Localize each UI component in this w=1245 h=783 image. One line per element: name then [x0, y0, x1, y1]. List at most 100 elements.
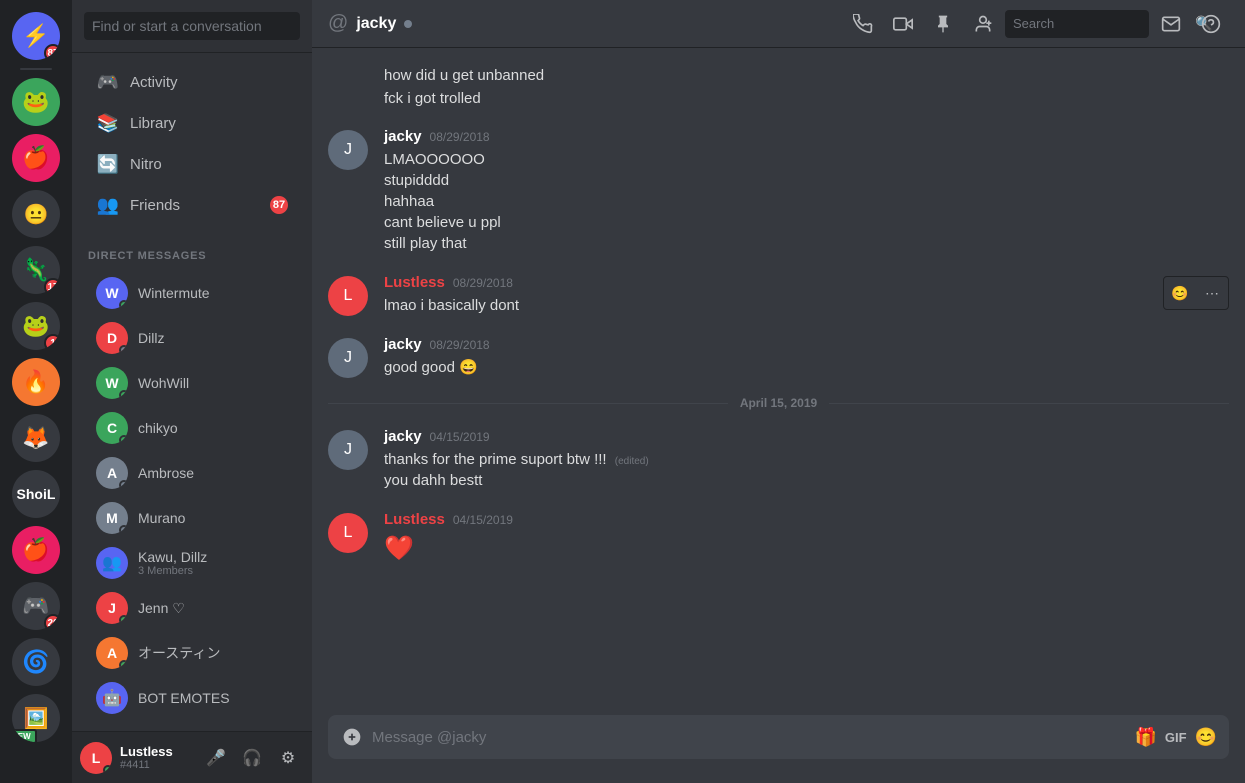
server-icon-5[interactable]: 🐸 1 — [12, 302, 60, 350]
server4-badge: 17 — [44, 278, 60, 294]
friends-icon: 👥 — [96, 193, 120, 217]
message-actions: 😊 ⋯ — [1163, 276, 1229, 310]
mention-button[interactable] — [1153, 6, 1189, 42]
chat-header-username: jacky — [356, 15, 396, 33]
message-timestamp: 08/29/2018 — [430, 130, 490, 144]
message-header: Lustless 08/29/2018 — [384, 274, 1229, 291]
message-text: fck i got trolled — [384, 88, 1229, 109]
user-panel-info: Lustless #4411 — [120, 744, 192, 771]
status-austin — [119, 660, 128, 669]
message-content-lustless-1: Lustless 08/29/2018 lmao i basically don… — [384, 274, 1229, 316]
dm-item-wohwill[interactable]: W WohWill — [80, 361, 304, 405]
server-icon-9[interactable]: 🍎 — [12, 526, 60, 574]
dm-name-wintermute: Wintermute — [138, 285, 210, 301]
call-button[interactable] — [845, 6, 881, 42]
server-icon-home[interactable]: ⚡ 87 — [12, 12, 60, 60]
message-timestamp: 04/15/2019 — [430, 430, 490, 444]
status-murano — [119, 525, 128, 534]
help-button[interactable] — [1193, 6, 1229, 42]
server-icon-10[interactable]: 🎮 26 — [12, 582, 60, 630]
react-button[interactable]: 😊 — [1166, 279, 1194, 307]
message-content-lustless-2: Lustless 04/15/2019 ❤️ — [384, 511, 1229, 566]
dm-item-austin[interactable]: A オースティン — [80, 631, 304, 675]
dm-item-bot-emotes[interactable]: 🤖 BOT EMOTES — [80, 676, 304, 720]
dm-sidebar: 🎮 Activity 📚 Library 🔄 Nitro 👥 Friends 8… — [72, 0, 312, 783]
message-avatar-jacky-3: J — [328, 430, 368, 470]
message-text: hahhaa — [384, 191, 1229, 212]
dm-item-murano[interactable]: M Murano — [80, 496, 304, 540]
message-text: LMAOOOOOO — [384, 149, 1229, 170]
message-content-jacky-2: jacky 08/29/2018 good good 😄 — [384, 336, 1229, 378]
server-icon-4[interactable]: 🦎 17 — [12, 246, 60, 294]
message-group-jacky-3: J jacky 04/15/2019 thanks for the prime … — [312, 426, 1245, 493]
server-icon-7[interactable]: 🦊 — [12, 414, 60, 462]
message-header: jacky 08/29/2018 — [384, 336, 1229, 353]
server-icon-11[interactable]: 🌀 — [12, 638, 60, 686]
message-text: you dahh bestt — [384, 470, 1229, 491]
home-badge: 87 — [44, 44, 60, 60]
message-group-jacky-1: J jacky 08/29/2018 LMAOOOOOO stupidddd h… — [312, 126, 1245, 256]
server-icon-8[interactable]: ShoiL — [12, 470, 60, 518]
nav-item-library[interactable]: 📚 Library — [80, 103, 304, 143]
nav-item-activity[interactable]: 🎮 Activity — [80, 62, 304, 102]
heart-message: ❤️ — [384, 532, 1229, 566]
headphone-button[interactable]: 🎧 — [236, 742, 268, 774]
dm-item-kawu-dillz[interactable]: 👥 Kawu, Dillz 3 Members — [80, 541, 304, 585]
pin-button[interactable] — [925, 6, 961, 42]
user-panel-tag: #4411 — [120, 759, 192, 771]
add-friend-button[interactable] — [965, 6, 1001, 42]
message-header: Lustless 04/15/2019 — [384, 511, 1229, 528]
nav-item-friends[interactable]: 👥 Friends 87 — [80, 185, 304, 225]
nitro-icon: 🔄 — [96, 152, 120, 176]
message-timestamp: 04/15/2019 — [453, 513, 513, 527]
dm-avatar-murano: M — [96, 502, 128, 534]
user-panel: L Lustless #4411 🎤 🎧 ⚙ — [72, 731, 312, 783]
nav-item-nitro[interactable]: 🔄 Nitro — [80, 144, 304, 184]
chat-header-user: @ jacky — [328, 12, 833, 35]
message-author-jacky-2: jacky — [384, 336, 422, 353]
server-icon-2[interactable]: 🍎 — [12, 134, 60, 182]
user-panel-icons: 🎤 🎧 ⚙ — [200, 742, 304, 774]
emoji-button[interactable]: 😊 — [1195, 727, 1217, 748]
dm-item-wintermute[interactable]: W Wintermute — [80, 271, 304, 315]
dm-item-chikyo[interactable]: C chikyo — [80, 406, 304, 450]
video-button[interactable] — [885, 6, 921, 42]
dm-item-dillz[interactable]: D Dillz — [80, 316, 304, 360]
search-input[interactable] — [84, 12, 300, 40]
dm-avatar-kawu-dillz: 👥 — [96, 547, 128, 579]
dm-avatar-dillz: D — [96, 322, 128, 354]
status-dillz — [119, 345, 128, 354]
dm-name-dillz: Dillz — [138, 330, 164, 346]
attach-button[interactable] — [340, 725, 364, 749]
message-input[interactable] — [372, 717, 1126, 758]
date-divider: April 15, 2019 — [312, 380, 1245, 426]
server10-badge: 26 — [44, 614, 60, 630]
server-icon-1[interactable]: 🐸 — [12, 78, 60, 126]
user-status-dot — [103, 765, 112, 774]
server-sidebar: ⚡ 87 🐸 🍎 😐 🦎 17 🐸 1 🔥 🦊 ShoiL 🍎 🎮 26 🌀 🖼… — [0, 0, 72, 783]
settings-button[interactable]: ⚙ — [272, 742, 304, 774]
message-text: still play that — [384, 233, 1229, 254]
gift-icon[interactable]: 🎁 — [1134, 727, 1156, 748]
dm-avatar-wintermute: W — [96, 277, 128, 309]
edited-tag: (edited) — [615, 456, 649, 467]
message-author-jacky-3: jacky — [384, 428, 422, 445]
dm-item-jenn[interactable]: J Jenn ♡ — [80, 586, 304, 630]
friends-badge: 87 — [270, 196, 288, 214]
server-icon-12[interactable]: 🖼️ NEW — [12, 694, 60, 742]
chat-header: @ jacky 🔍 — [312, 0, 1245, 48]
dm-avatar-ambrose: A — [96, 457, 128, 489]
message-header: jacky 08/29/2018 — [384, 128, 1229, 145]
message-avatar-jacky-2: J — [328, 338, 368, 378]
library-label: Library — [130, 115, 176, 132]
gif-button[interactable]: GIF — [1165, 730, 1187, 745]
message-text: stupidddd — [384, 170, 1229, 191]
server-icon-3[interactable]: 😐 — [12, 190, 60, 238]
message-timestamp: 08/29/2018 — [453, 276, 513, 290]
dm-name-murano: Murano — [138, 510, 185, 526]
activity-icon: 🎮 — [96, 70, 120, 94]
mic-button[interactable]: 🎤 — [200, 742, 232, 774]
server-icon-6[interactable]: 🔥 — [12, 358, 60, 406]
more-options-button[interactable]: ⋯ — [1198, 279, 1226, 307]
dm-item-ambrose[interactable]: A Ambrose — [80, 451, 304, 495]
